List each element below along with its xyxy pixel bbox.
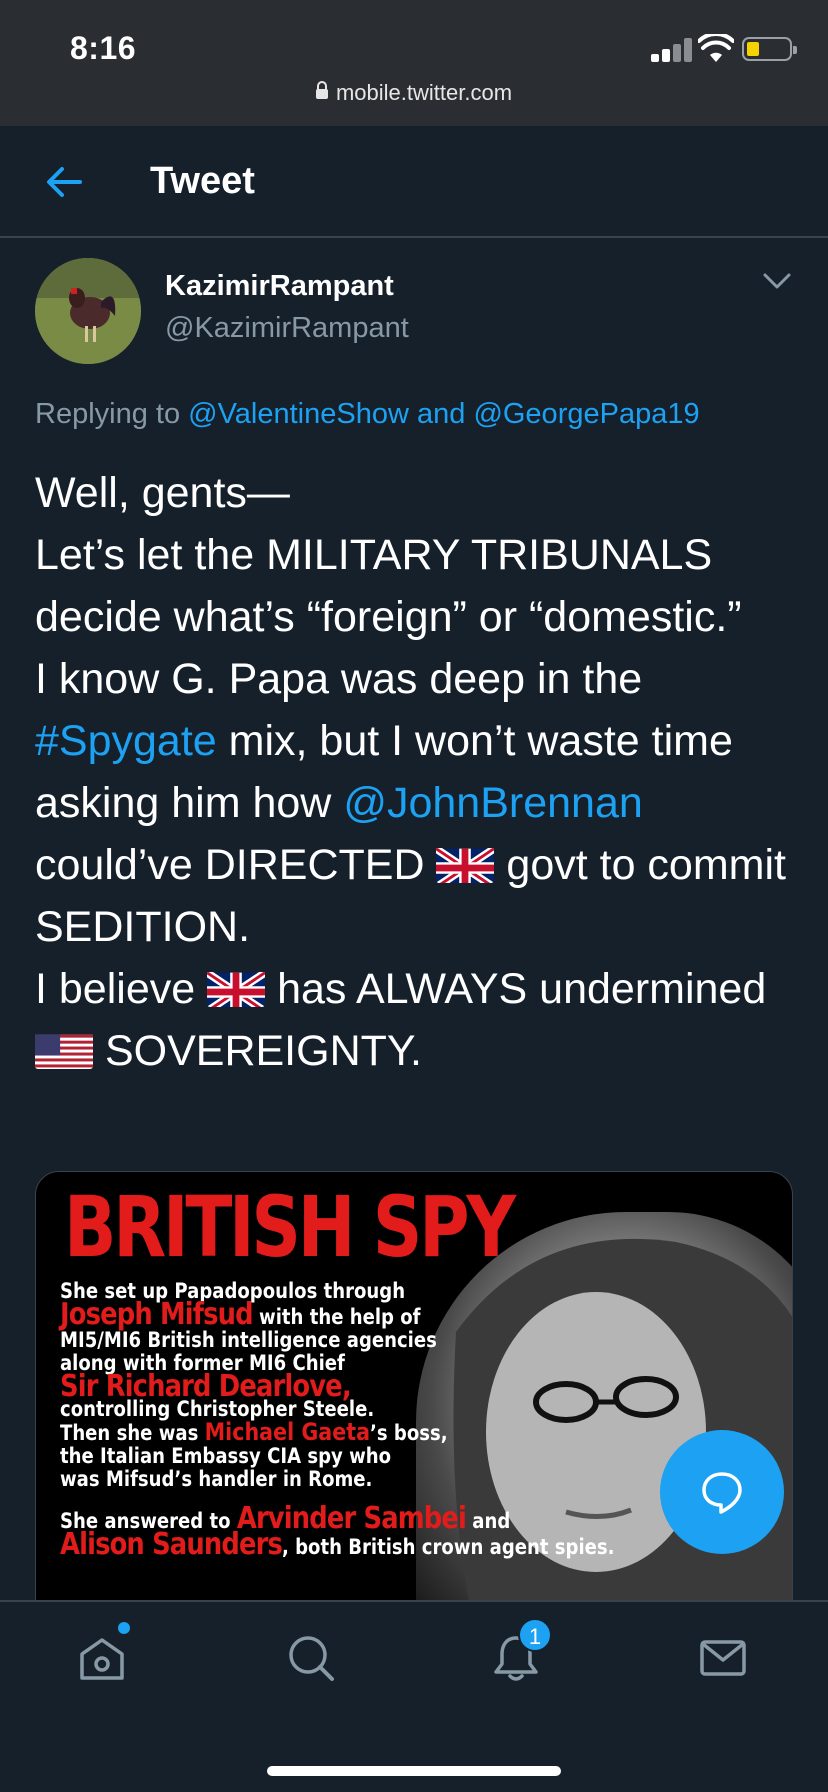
cell-signal-icon bbox=[651, 38, 693, 62]
mention-link[interactable]: @GeorgePapa19 bbox=[473, 398, 699, 430]
uk-flag-icon bbox=[207, 967, 266, 1007]
us-flag-icon bbox=[35, 1029, 93, 1069]
tab-home[interactable] bbox=[76, 1632, 136, 1692]
compose-reply-button[interactable] bbox=[660, 1430, 784, 1554]
new-tweets-dot bbox=[118, 1622, 130, 1634]
status-time: 8:16 bbox=[70, 30, 137, 66]
replying-to: Replying to @ValentineShow and @GeorgePa… bbox=[35, 398, 700, 430]
home-icon bbox=[80, 1638, 124, 1680]
avatar[interactable] bbox=[35, 258, 141, 364]
tab-messages[interactable] bbox=[697, 1632, 757, 1692]
hashtag-link[interactable]: #Spygate bbox=[35, 717, 217, 765]
back-arrow-icon[interactable] bbox=[44, 162, 84, 202]
image-caption: She set up Papadopoulos through Joseph M… bbox=[60, 1279, 615, 1562]
page-header: Tweet bbox=[0, 126, 828, 238]
mention-link[interactable]: @ValentineShow bbox=[188, 398, 409, 430]
author-handle[interactable]: @KazimirRampant bbox=[165, 312, 409, 345]
browser-url[interactable]: mobile.twitter.com bbox=[0, 80, 828, 106]
author-display-name[interactable]: KazimirRampant bbox=[165, 270, 394, 303]
notification-count-badge: 1 bbox=[518, 1618, 552, 1652]
image-headline: BRITISH SPY bbox=[64, 1178, 516, 1276]
uk-flag-icon bbox=[436, 843, 495, 883]
mail-icon bbox=[700, 1640, 746, 1676]
battery-icon bbox=[742, 37, 797, 61]
reply-bubble-icon bbox=[702, 1472, 742, 1514]
lock-icon bbox=[315, 81, 328, 100]
home-indicator[interactable] bbox=[267, 1766, 561, 1776]
mention-link[interactable]: @JohnBrennan bbox=[343, 779, 642, 827]
tab-search[interactable] bbox=[285, 1632, 345, 1692]
chevron-down-icon[interactable] bbox=[762, 270, 792, 292]
bottom-tab-bar: 1 bbox=[0, 1600, 828, 1792]
search-icon bbox=[289, 1636, 334, 1681]
wifi-icon bbox=[698, 34, 734, 62]
page-title: Tweet bbox=[150, 160, 255, 202]
status-bar: 8:16 mobile.twitter.com bbox=[0, 0, 828, 126]
tweet-text: Well, gents— Let’s let the MILITARY TRIB… bbox=[35, 469, 786, 1075]
